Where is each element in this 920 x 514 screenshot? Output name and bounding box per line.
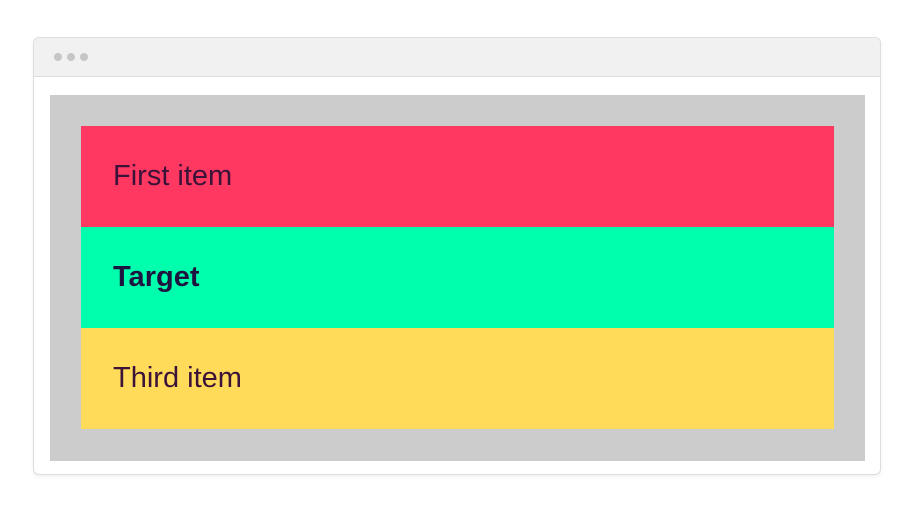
list-item-target[interactable]: Target: [81, 227, 834, 328]
window-dot-icon: [54, 53, 62, 61]
list-item-label: First item: [113, 160, 233, 192]
window-dot-icon: [67, 53, 75, 61]
content-viewport: First item Target Third item: [50, 95, 865, 461]
browser-window: First item Target Third item: [33, 37, 881, 475]
window-controls: [54, 53, 88, 61]
window-titlebar: [34, 38, 880, 77]
window-dot-icon: [80, 53, 88, 61]
list-item-label: Third item: [113, 362, 242, 394]
list-item-label: Target: [113, 261, 200, 293]
list-item-first[interactable]: First item: [81, 126, 834, 227]
item-list: First item Target Third item: [81, 126, 834, 429]
list-item-third[interactable]: Third item: [81, 328, 834, 429]
